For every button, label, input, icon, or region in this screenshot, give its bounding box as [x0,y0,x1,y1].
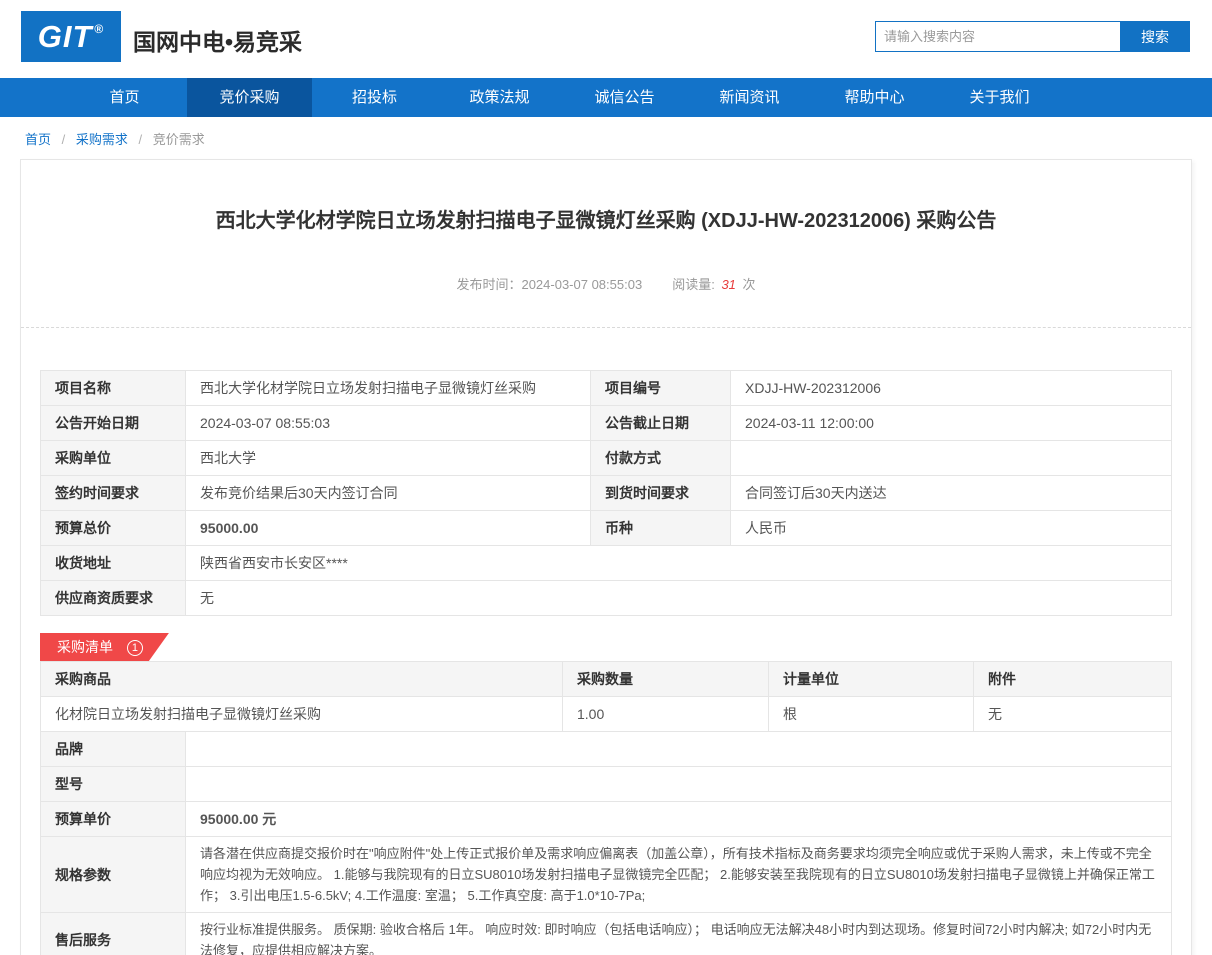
field-value: 发布竞价结果后30天内签订合同 [185,475,591,511]
after-sales-value: 按行业标准提供服务。 质保期: 验收合格后 1年。 响应时效: 即时响应（包括电… [185,912,1172,955]
views-label: 阅读量: [672,277,715,292]
field-label: 项目名称 [40,370,186,406]
purchase-list-count: 1 [127,640,143,656]
budget-unit-price-value: 95000.00 元 [185,801,1172,837]
table-row: 规格参数 请各潜在供应商提交报价时在"响应附件"处上传正式报价单及需求响应偏离表… [40,836,1172,913]
breadcrumb-home[interactable]: 首页 [25,132,51,147]
page-title: 西北大学化材学院日立场发射扫描电子显微镜灯丝采购 (XDJJ-HW-202312… [215,210,997,232]
field-value [730,440,1172,476]
table-row: 收货地址 陕西省西安市长安区**** [40,545,1172,581]
site-header: GIT® 国网中电•易竞采 搜索 [0,0,1212,78]
field-value: 合同签订后30天内送达 [730,475,1172,511]
notice-meta: 发布时间：2024-03-07 08:55:03 阅读量: 31 次 [21,274,1191,293]
nav-item-about-us[interactable]: 关于我们 [937,78,1062,117]
budget-total-value: 95000.00 [185,510,591,546]
nav-item-help-center[interactable]: 帮助中心 [812,78,937,117]
goods-quantity: 1.00 [562,696,769,732]
field-value [185,731,1172,767]
goods-detail-table: 品牌 型号 预算单价 95000.00 元 规格参数 请各潜在供应商提交报价时在… [40,731,1172,955]
table-row: 预算总价 95000.00 币种 人民币 [40,510,1172,546]
search-button[interactable]: 搜索 [1120,21,1190,52]
breadcrumb: 首页 / 采购需求 / 竞价需求 [0,117,1212,159]
nav-item-tender[interactable]: 招投标 [312,78,437,117]
field-label: 售后服务 [40,912,186,955]
publish-time-label: 发布时间： [456,277,522,292]
field-value: 陕西省西安市长安区**** [185,545,1172,581]
nav-item-integrity-notice[interactable]: 诚信公告 [562,78,687,117]
field-value: 西北大学化材学院日立场发射扫描电子显微镜灯丝采购 [185,370,591,406]
breadcrumb-current: 竞价需求 [152,132,205,147]
table-row: 采购单位 西北大学 付款方式 [40,440,1172,476]
table-header-row: 采购商品 采购数量 计量单位 附件 [40,661,1172,697]
field-label: 采购单位 [40,440,186,476]
field-label: 到货时间要求 [590,475,731,511]
field-value: 西北大学 [185,440,591,476]
dashed-divider [21,327,1191,328]
field-label: 公告开始日期 [40,405,186,441]
nav-item-bidding-purchase[interactable]: 竞价采购 [187,78,312,117]
field-value [185,766,1172,802]
table-row: 品牌 [40,731,1172,767]
field-label: 收货地址 [40,545,186,581]
purchase-list-badge: 采购清单 1 [40,633,169,661]
views-unit: 次 [742,277,756,292]
column-header: 计量单位 [768,661,974,697]
field-label: 付款方式 [590,440,731,476]
spec-params-value: 请各潜在供应商提交报价时在"响应附件"处上传正式报价单及需求响应偏离表（加盖公章… [185,836,1172,913]
publish-time-value: 2024-03-07 08:55:03 [521,277,643,292]
field-label: 型号 [40,766,186,802]
column-header: 附件 [973,661,1172,697]
field-value: 无 [185,580,1172,616]
field-label: 项目编号 [590,370,731,406]
goods-name: 化材院日立场发射扫描电子显微镜灯丝采购 [40,696,563,732]
registered-mark: ® [94,21,105,36]
notice-card: 西北大学化材学院日立场发射扫描电子显微镜灯丝采购 (XDJJ-HW-202312… [20,159,1192,955]
views-count: 31 [721,277,736,292]
field-value: 人民币 [730,510,1172,546]
main-nav: 首页 竞价采购 招投标 政策法规 诚信公告 新闻资讯 帮助中心 关于我们 [0,78,1212,117]
field-label: 供应商资质要求 [40,580,186,616]
project-info-table: 项目名称 西北大学化材学院日立场发射扫描电子显微镜灯丝采购 项目编号 XDJJ-… [40,370,1172,616]
table-row: 预算单价 95000.00 元 [40,801,1172,837]
goods-table: 采购商品 采购数量 计量单位 附件 化材院日立场发射扫描电子显微镜灯丝采购 1.… [40,661,1172,732]
table-row: 化材院日立场发射扫描电子显微镜灯丝采购 1.00 根 无 [40,696,1172,732]
column-header: 采购数量 [562,661,769,697]
goods-unit: 根 [768,696,974,732]
field-label: 规格参数 [40,836,186,913]
table-row: 签约时间要求 发布竞价结果后30天内签订合同 到货时间要求 合同签订后30天内送… [40,475,1172,511]
purchase-list-label: 采购清单 [57,639,113,655]
table-row: 型号 [40,766,1172,802]
site-title: 国网中电•易竞采 [133,29,303,55]
search-input[interactable] [875,21,1120,52]
table-row: 售后服务 按行业标准提供服务。 质保期: 验收合格后 1年。 响应时效: 即时响… [40,912,1172,955]
table-row: 项目名称 西北大学化材学院日立场发射扫描电子显微镜灯丝采购 项目编号 XDJJ-… [40,370,1172,406]
breadcrumb-separator: / [61,132,66,147]
nav-item-home[interactable]: 首页 [62,78,187,117]
field-label: 预算总价 [40,510,186,546]
field-label: 公告截止日期 [590,405,731,441]
field-label: 币种 [590,510,731,546]
field-value: XDJJ-HW-202312006 [730,370,1172,406]
field-value: 2024-03-11 12:00:00 [730,405,1172,441]
site-logo[interactable]: GIT ® [21,11,121,62]
logo-text: GIT [37,18,93,54]
field-value: 2024-03-07 08:55:03 [185,405,591,441]
table-row: 供应商资质要求 无 [40,580,1172,616]
nav-item-news[interactable]: 新闻资讯 [687,78,812,117]
search-bar: 搜索 [875,21,1190,52]
goods-attachment: 无 [973,696,1172,732]
field-label: 签约时间要求 [40,475,186,511]
breadcrumb-separator: / [138,132,143,147]
field-label: 预算单价 [40,801,186,837]
table-row: 公告开始日期 2024-03-07 08:55:03 公告截止日期 2024-0… [40,405,1172,441]
nav-item-policies[interactable]: 政策法规 [437,78,562,117]
column-header: 采购商品 [40,661,563,697]
field-label: 品牌 [40,731,186,767]
breadcrumb-purchase-demand[interactable]: 采购需求 [76,132,128,147]
